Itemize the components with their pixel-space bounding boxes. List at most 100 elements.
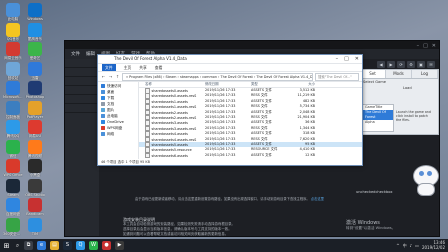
desktop-icon[interactable]: OBS Studio [25,178,45,198]
desktop-icon[interactable]: 腾讯视频 [25,139,45,159]
toolbar-button[interactable]: ▶ [387,61,395,68]
ribbon-tab[interactable]: 主页 [124,65,132,71]
column-date[interactable]: 修改日期 [205,81,251,87]
desktop-icon[interactable]: 360安全卫士 [3,217,23,237]
activation-watermark-sub: 转到"设置"以激活 Windows。 [346,226,396,230]
task-view-icon[interactable]: ⧉ [24,241,33,250]
desktop-icon-label: QQ音乐 [6,36,20,41]
menu-item[interactable]: 编辑 [86,51,95,57]
minimize-icon[interactable]: – [336,55,339,63]
desktop-icon-label: Bandicam [26,212,44,216]
folder-icon [101,132,105,136]
toolbar-button[interactable]: ⟳ [397,61,405,68]
ribbon-tab[interactable]: 共享 [139,65,147,71]
windows-start-icon[interactable]: ⊞ [0,242,13,250]
file-name-text: sharedassets1.assets.resS [151,104,197,109]
folder-icon [101,90,105,94]
tray-icon[interactable]: ▭ [415,243,419,248]
nav-item[interactable]: 网络 [98,131,138,137]
desktop-icon[interactable]: WPS Office [3,159,23,178]
clock[interactable]: 13:46 2019/12/02 [422,240,445,250]
forward-arrow-icon[interactable]: → [108,74,113,79]
recycle-bin-icon [6,61,20,76]
game-list[interactable]: GameTitle The Devil Of Forest Alpha [362,104,394,132]
desktop-icon[interactable]: 小黑盒 [25,159,45,178]
player-icon[interactable]: ▶ [115,241,124,250]
folder-icon [101,102,105,106]
search-input[interactable]: 搜索"The Devil Of..." [315,72,359,81]
toolbar-button[interactable]: ◀ [377,61,385,68]
desktop-icon[interactable]: 控制面板 [3,100,23,120]
toolbar-button[interactable]: ✉ [427,61,435,68]
tab-log[interactable]: Log [412,70,438,78]
windows-icon [28,3,42,17]
desktop-icon[interactable]: Photoshop [25,81,45,100]
desktop-icon[interactable]: 百度网盘 [3,198,23,217]
wechat-icon[interactable]: W [89,241,98,250]
up-arrow-icon[interactable]: ↑ [115,74,120,79]
desktop-icon[interactable]: 微信 [3,139,23,159]
desktop-icon[interactable]: 网易云音乐 [3,42,23,61]
column-size[interactable]: 大小 [285,81,319,87]
folder-icon[interactable]: ▤ [50,241,59,250]
ribbon-tab[interactable]: 查看 [155,65,163,71]
toolbar-button[interactable]: ▣ [417,61,425,68]
desktop-icon[interactable]: 回收站 [3,61,23,81]
maximize-icon[interactable]: □ [344,55,349,63]
desktop-icon[interactable]: 迅雷 [25,61,45,81]
notice-link[interactable]: 点击这里 [311,197,324,201]
desktop-icon[interactable]: TIM [25,217,45,237]
desktop-icon[interactable]: Steam [3,178,23,198]
wps-icon [6,159,20,173]
tray-icon[interactable]: ♪ [410,243,413,248]
navigation-pane: 快速访问 桌面 下载 文档 图片 此电脑 OneDrive WPS网盘 网络 [98,81,139,159]
update-notice: 由于游戏已经更新或者移动，请点击这里重新设置游戏路径。如果没有出现选择窗口，请手… [135,197,365,202]
close-icon[interactable]: ✕ [355,55,359,63]
desktop-icon[interactable]: 腾讯QQ [3,120,23,139]
desktop-icon[interactable]: Microsoft Edge [3,81,23,100]
desktop-icon[interactable]: PotPlayer [25,100,45,120]
app-left-sidebar [65,59,99,236]
tray-icon[interactable]: ^ [396,243,399,248]
edge-icon[interactable]: e [37,241,46,250]
qq-icon[interactable]: Q [76,241,85,250]
music-note-icon [28,22,42,37]
game-list-item[interactable]: Alpha [363,120,393,125]
desktop-icon[interactable]: 酷狗音乐 [25,22,45,42]
game-list-item[interactable]: The Devil Of Forest [363,110,393,120]
column-type[interactable]: 类型 [251,81,285,87]
back-arrow-icon[interactable]: ← [101,74,106,79]
record-icon [28,178,42,193]
folder-icon [101,84,105,88]
steam-icon[interactable]: S [63,241,72,250]
toolbar-button[interactable]: ⚙ [407,61,415,68]
desktop-icon[interactable]: Windows [25,3,45,22]
tab-mods[interactable]: Mods [386,70,412,78]
load-button[interactable]: Load [400,85,438,91]
desktop-icon-label: 酷狗音乐 [28,36,42,41]
table-row[interactable]: sharedassets6.assets 2019/11/26 17:33 ASSE… [139,152,362,159]
file-name-text: sharedassets0.assets.resS [151,94,197,99]
desktop-icon[interactable]: QQ音乐 [3,22,23,42]
ribbon-tab[interactable]: 文件 [102,64,116,71]
explorer-status-bar: 46 个项目 选中 1 个项目 95 KB [101,160,150,164]
desktop-icon[interactable]: 此电脑 [3,3,23,22]
desktop-icon-label: 迅雷 [31,75,39,80]
tab-set[interactable]: Set [360,70,386,78]
search-icon[interactable]: ⌕ [13,242,22,250]
menu-item[interactable]: 文件 [71,51,80,57]
folder-icon [101,126,105,130]
address-bar[interactable]: « Program Files (x86) › Steam › steamapp… [122,72,313,81]
file-name-text: sharedassets3.assets.resS [151,126,197,131]
app-title-bar: – □ ✕ [65,41,439,49]
record-icon[interactable]: ● [102,241,111,250]
tray-icon[interactable]: 中 [403,243,407,249]
file-name-text: sharedassets4.assets.resS [151,137,197,142]
file-size: 12 KB [305,152,315,157]
explorer-title-bar: The Devil Of Forest Alpha V1.4_Data – □ … [98,55,362,64]
desktop-icon[interactable]: 网易UU [25,120,45,139]
column-name[interactable]: 名称 [139,81,205,87]
desktop-icon[interactable]: 爱奇艺 [25,42,45,61]
desktop-icon[interactable]: Bandicam [25,198,45,217]
explorer-window-controls: – □ ✕ [336,55,359,63]
